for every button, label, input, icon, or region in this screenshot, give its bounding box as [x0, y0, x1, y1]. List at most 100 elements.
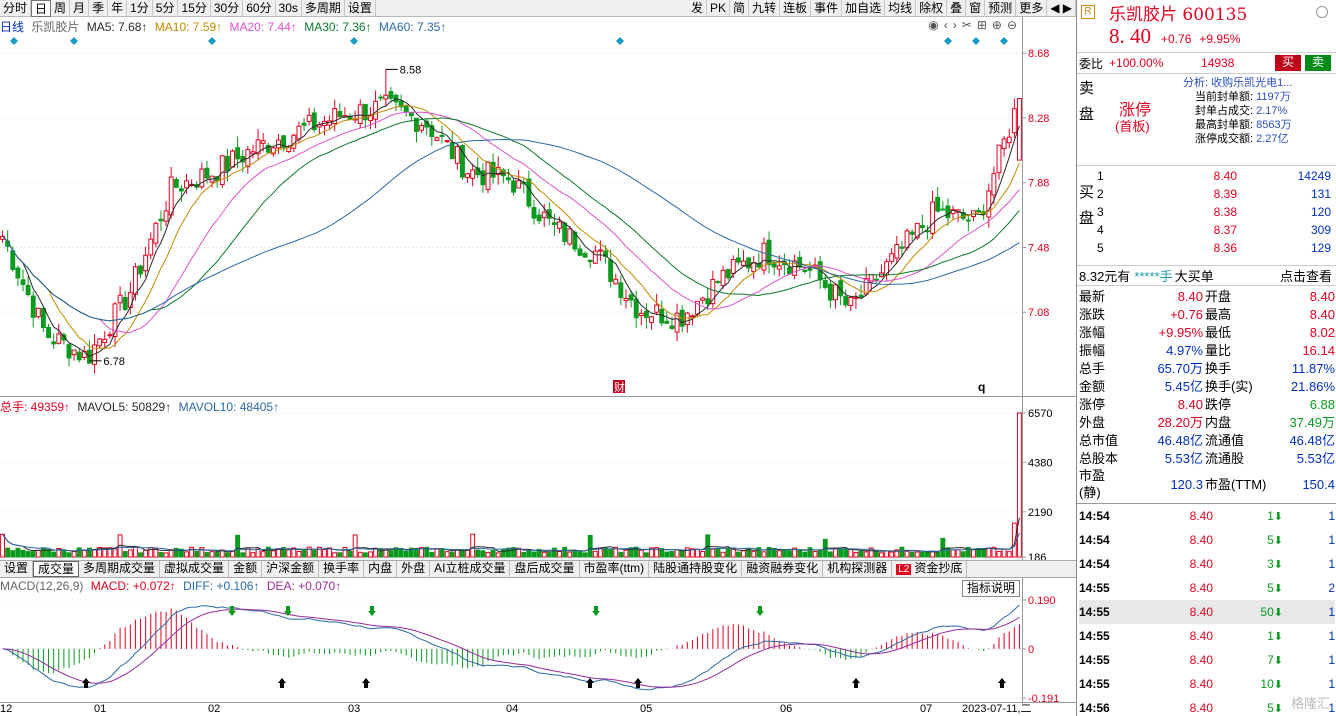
candle-body: [454, 146, 460, 164]
buy-button[interactable]: 买: [1275, 55, 1302, 71]
settings-dot-icon[interactable]: [1316, 6, 1328, 18]
toolbar-period-8[interactable]: 15分: [178, 0, 211, 17]
toolbar-tool-10[interactable]: 窗: [966, 0, 986, 17]
indicator-tab-7[interactable]: 内盘: [364, 561, 398, 577]
toolbar-period-12[interactable]: 多周期: [302, 0, 345, 17]
candle-body: [301, 122, 307, 126]
toolbar-tool-1[interactable]: PK: [707, 0, 731, 17]
indicator-tab-8[interactable]: 外盘: [397, 561, 431, 577]
tick-row[interactable]: 14:54 8.40 5⬇ 1: [1079, 528, 1335, 552]
candle-body: [562, 222, 568, 243]
up-arrow-icon: [278, 678, 286, 688]
candle-body: [725, 268, 731, 279]
tick-count: 1: [1328, 509, 1335, 523]
volume-bar: [163, 552, 169, 558]
volume-bar: [925, 551, 930, 558]
down-arrow-icon: ⬇: [1273, 631, 1283, 643]
toolbar-tool-11[interactable]: 预测: [985, 0, 1017, 17]
analysis-text[interactable]: 分析: 收购乐凯光电1...: [1183, 76, 1292, 90]
indicator-tab-10[interactable]: 盘后成交量: [510, 561, 580, 577]
candle-body: [199, 168, 205, 188]
toolbar-period-9[interactable]: 30分: [211, 0, 244, 17]
weibi-pct: +100.00%: [1109, 56, 1164, 70]
toolbar-period-13[interactable]: 设置: [345, 0, 376, 17]
bid-volume: 131: [1310, 186, 1331, 201]
tick-row[interactable]: 14:54 8.40 3⬇ 1: [1079, 552, 1335, 576]
up-arrow-icon: [362, 678, 370, 688]
toolbar-tool-5[interactable]: 事件: [811, 0, 843, 17]
candle-body: [976, 209, 982, 212]
toolbar-tool-0[interactable]: 发: [688, 0, 708, 17]
toolbar-period-3[interactable]: 月: [70, 0, 90, 17]
volume-bar: [148, 546, 154, 558]
toolbar-more-icon[interactable]: ◀ ▶: [1047, 0, 1076, 17]
toolbar-tool-2[interactable]: 简: [730, 0, 750, 17]
tick-count: 1: [1283, 600, 1335, 624]
indicator-tab-0[interactable]: 设置: [0, 561, 34, 577]
candle-body: [597, 249, 603, 252]
stock-code: 600135: [1182, 4, 1248, 25]
toolbar-period-10[interactable]: 60分: [243, 0, 276, 17]
stat-value: 28.20万: [1157, 414, 1203, 430]
bid-row[interactable]: 4 8.37 309: [1097, 221, 1333, 239]
toolbar-period-0[interactable]: 分时: [0, 0, 32, 17]
r-logo-icon: R: [1081, 5, 1095, 19]
toolbar-tool-9[interactable]: 叠: [947, 0, 967, 17]
tick-count: 1: [1328, 533, 1335, 547]
toolbar-tool-8[interactable]: 除权: [916, 0, 948, 17]
toolbar-tool-7[interactable]: 均线: [885, 0, 917, 17]
sell-button[interactable]: 卖: [1305, 55, 1332, 71]
toolbar-period-7[interactable]: 5分: [153, 0, 179, 17]
indicator-tab-14[interactable]: 机构探测器: [823, 561, 893, 577]
bid-row[interactable]: 2 8.39 131: [1097, 185, 1333, 203]
candle-body: [148, 238, 154, 256]
indicator-tab-3[interactable]: 虚拟成交量: [160, 561, 230, 577]
toolbar-period-4[interactable]: 季: [89, 0, 109, 17]
volume-bar: [1001, 548, 1007, 558]
bid-row[interactable]: 5 8.36 129: [1097, 239, 1333, 257]
toolbar-tool-3[interactable]: 九转: [749, 0, 781, 17]
candle-body: [592, 250, 598, 264]
indicator-tab-5[interactable]: 沪深金额: [262, 561, 320, 577]
tick-volume: 3⬇: [1267, 557, 1283, 571]
indicator-tab-12[interactable]: 陆股通持股变化: [649, 561, 743, 577]
toolbar-period-2[interactable]: 周: [51, 0, 71, 17]
toolbar-tool-12[interactable]: 更多: [1016, 0, 1048, 17]
toolbar-tool-6[interactable]: 加自选: [842, 0, 886, 17]
candle-body: [551, 222, 557, 226]
q-marker-label: q: [978, 380, 985, 394]
toolbar-period-11[interactable]: 30s: [276, 0, 302, 17]
toolbar-tool-4[interactable]: 连板: [780, 0, 812, 17]
toolbar-period-5[interactable]: 年: [108, 0, 128, 17]
price-chart[interactable]: 日线 乐凯胶片 MA5: 7.68↑ MA10: 7.59↑ MA20: 7.4…: [0, 17, 1076, 397]
tick-row[interactable]: 14:55 8.40 50⬇ 1: [1079, 600, 1335, 624]
indicator-tab-6[interactable]: 换手率: [319, 561, 365, 577]
tick-row[interactable]: 14:54 8.40 1⬇ 1: [1079, 504, 1335, 528]
tick-row[interactable]: 14:55 8.40 5⬇ 2: [1079, 576, 1335, 600]
indicator-tab-9[interactable]: AI立桩成交量: [430, 561, 511, 577]
bid-row[interactable]: 3 8.38 120: [1097, 203, 1333, 221]
indicator-tab-15[interactable]: L2 资金抄底: [892, 561, 968, 577]
toolbar-period-6[interactable]: 1分: [127, 0, 153, 17]
volume-bar: [495, 552, 501, 558]
indicator-tab-2[interactable]: 多周期成交量: [79, 561, 161, 577]
stat-value: 65.70万: [1157, 360, 1203, 376]
weibi-label: 委比: [1079, 56, 1104, 71]
indicator-tab-1[interactable]: 成交量: [33, 561, 80, 577]
indicator-tab-4[interactable]: 金额: [229, 561, 263, 577]
macd-chart[interactable]: MACD(12,26,9) MACD: +0.072↑ DIFF: +0.106…: [0, 578, 1076, 702]
volume-bar: [51, 551, 57, 558]
tick-row[interactable]: 14:55 8.40 7⬇ 1: [1079, 648, 1335, 672]
big-order-link[interactable]: 点击查看: [1280, 266, 1332, 285]
volume-bar: [153, 548, 159, 558]
tick-row[interactable]: 14:55 8.40 1⬇ 1: [1079, 624, 1335, 648]
volume-bar: [807, 547, 813, 558]
indicator-tab-11[interactable]: 市盈率(ttm): [580, 561, 650, 577]
volume-bar: [81, 549, 87, 558]
indicator-tab-13[interactable]: 融资融券变化: [742, 561, 824, 577]
toolbar-period-1[interactable]: 日: [31, 0, 52, 17]
volume-chart[interactable]: 总手: 49359↑ MAVOL5: 50829↑ MAVOL10: 48405…: [0, 397, 1076, 560]
big-order-price: 8.32元有: [1079, 269, 1131, 284]
bid-row[interactable]: 1 8.40 14249: [1097, 167, 1333, 185]
volume-bar: [863, 551, 869, 558]
